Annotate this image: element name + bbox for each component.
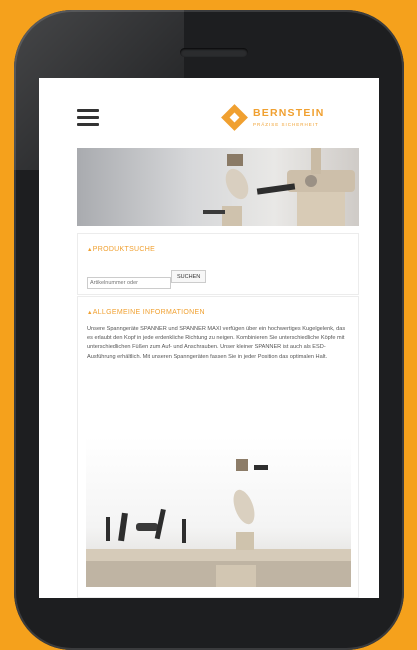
search-row: SUCHEN: [87, 270, 207, 289]
clamp-lineup-illustration: [86, 459, 351, 587]
hamburger-menu-icon[interactable]: [77, 109, 99, 130]
bernstein-logo-icon[interactable]: [221, 104, 248, 131]
general-info-card: ALLGEMEINE INFORMATIONEN Unsere Spannger…: [77, 296, 359, 598]
site-header: BERNSTEIN PRÄZISE SICHERHEIT: [39, 78, 379, 143]
clamp-products-illustration: [203, 148, 355, 226]
search-input[interactable]: [87, 277, 171, 289]
general-info-title[interactable]: ALLGEMEINE INFORMATIONEN: [87, 309, 358, 316]
phone-screen: BERNSTEIN PRÄZISE SICHERHEIT PRODUKTSUCH…: [39, 78, 379, 598]
phone-speaker: [180, 48, 248, 57]
product-search-title[interactable]: PRODUKTSUCHE: [87, 246, 358, 253]
hero-banner-image: [77, 148, 359, 226]
general-info-text: Unsere Spanngeräte SPANNER und SPANNER M…: [87, 326, 346, 360]
logo-tagline: PRÄZISE SICHERHEIT: [253, 122, 319, 127]
logo-name[interactable]: BERNSTEIN: [253, 107, 324, 119]
search-button[interactable]: SUCHEN: [171, 270, 207, 283]
product-photo: [86, 437, 351, 587]
product-search-card: PRODUKTSUCHE SUCHEN: [77, 233, 359, 295]
